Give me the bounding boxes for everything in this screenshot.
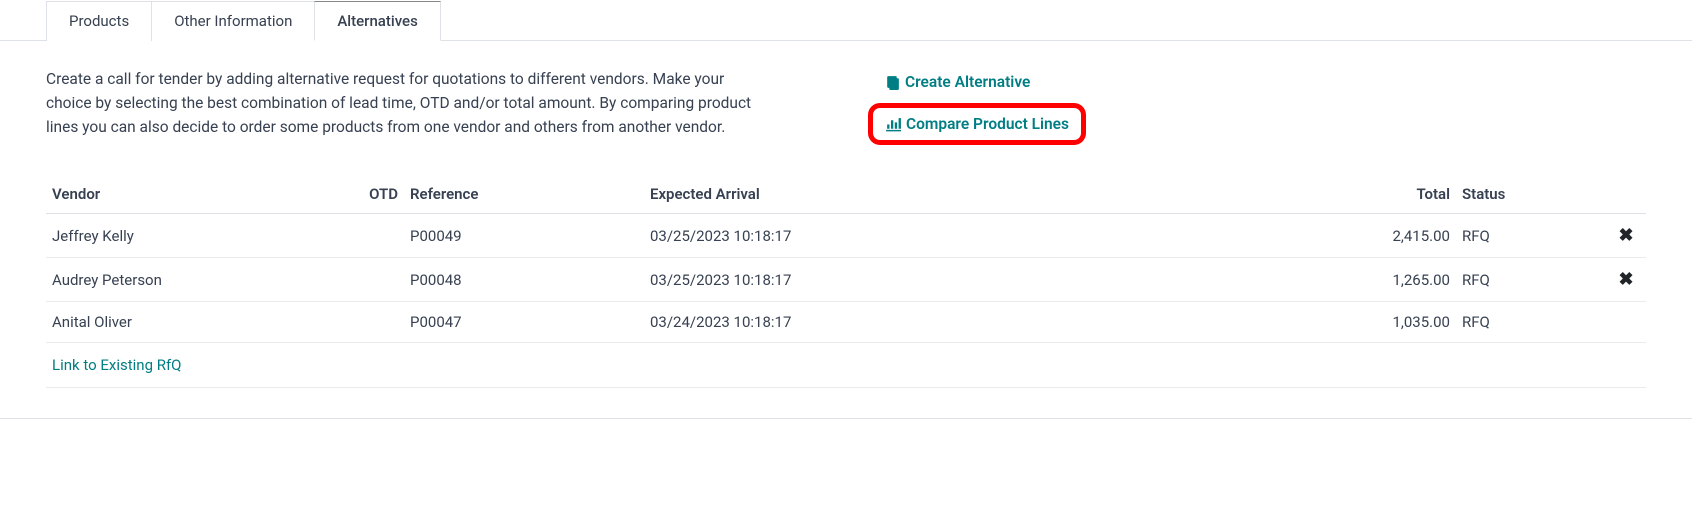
col-header-otd[interactable]: OTD: [356, 175, 404, 214]
copy-icon: [884, 74, 901, 91]
col-header-reference[interactable]: Reference: [404, 175, 644, 214]
table-row[interactable]: Anital Oliver P0004703/24/2023 10:18:171,…: [46, 302, 1646, 343]
cell-vendor: Anital Oliver: [46, 302, 356, 343]
cell-otd: [356, 214, 404, 258]
cell-expected-arrival: 03/24/2023 10:18:17: [644, 302, 1316, 343]
create-alternative-button[interactable]: Create Alternative: [874, 67, 1086, 97]
cell-delete: [1606, 302, 1646, 343]
cell-delete: ✖: [1606, 214, 1646, 258]
cell-total: 1,265.00: [1316, 258, 1456, 302]
cell-delete: ✖: [1606, 258, 1646, 302]
cell-reference: P00048: [404, 258, 644, 302]
alternatives-description: Create a call for tender by adding alter…: [46, 67, 766, 145]
col-header-total[interactable]: Total: [1316, 175, 1456, 214]
cell-otd: [356, 302, 404, 343]
delete-row-button[interactable]: ✖: [1618, 225, 1633, 246]
tabs-bar: Products Other Information Alternatives: [0, 0, 1692, 41]
col-header-delete: [1606, 175, 1646, 214]
actions-group: Create Alternative Compare Product Lines: [874, 67, 1646, 145]
link-to-existing-rfq[interactable]: Link to Existing RfQ: [46, 343, 1646, 388]
cell-reference: P00049: [404, 214, 644, 258]
cell-expected-arrival: 03/25/2023 10:18:17: [644, 258, 1316, 302]
cell-status: RFQ: [1456, 302, 1606, 343]
cell-vendor: Jeffrey Kelly: [46, 214, 356, 258]
col-header-expected-arrival[interactable]: Expected Arrival: [644, 175, 1316, 214]
cell-vendor: Audrey Peterson: [46, 258, 356, 302]
cell-reference: P00047: [404, 302, 644, 343]
tab-alternatives[interactable]: Alternatives: [314, 1, 440, 41]
compare-product-lines-label: Compare Product Lines: [906, 115, 1069, 133]
cell-total: 2,415.00: [1316, 214, 1456, 258]
delete-row-button[interactable]: ✖: [1618, 269, 1633, 290]
table-row[interactable]: Audrey Peterson P0004803/25/2023 10:18:17…: [46, 258, 1646, 302]
alternatives-table: Vendor OTD Reference Expected Arrival To…: [46, 175, 1646, 388]
cell-otd: [356, 258, 404, 302]
col-header-status[interactable]: Status: [1456, 175, 1606, 214]
bar-chart-icon: [885, 116, 902, 133]
col-header-vendor[interactable]: Vendor: [46, 175, 356, 214]
cell-status: RFQ: [1456, 258, 1606, 302]
tab-products[interactable]: Products: [46, 1, 152, 41]
cell-total: 1,035.00: [1316, 302, 1456, 343]
table-row[interactable]: Jeffrey Kelly P0004903/25/2023 10:18:172,…: [46, 214, 1646, 258]
cell-expected-arrival: 03/25/2023 10:18:17: [644, 214, 1316, 258]
cell-status: RFQ: [1456, 214, 1606, 258]
compare-product-lines-button[interactable]: Compare Product Lines: [868, 103, 1086, 145]
create-alternative-label: Create Alternative: [905, 73, 1030, 91]
tab-other-information[interactable]: Other Information: [151, 1, 315, 41]
